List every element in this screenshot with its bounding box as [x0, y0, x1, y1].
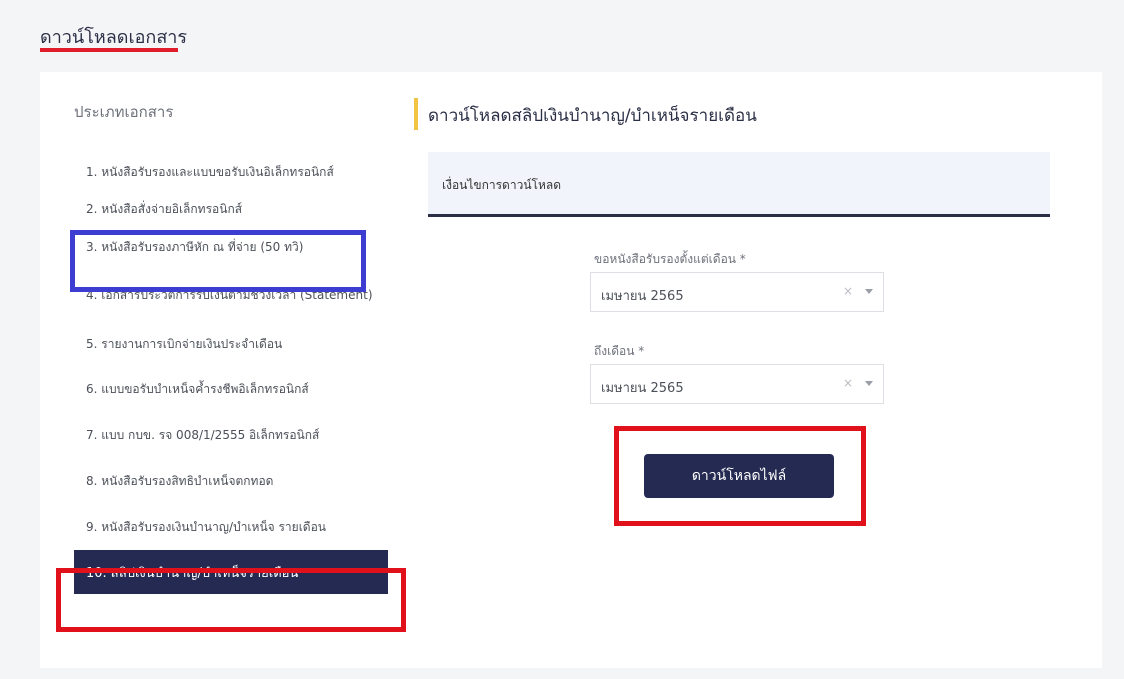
clear-icon[interactable]: ×	[843, 284, 853, 298]
sidebar-item-3[interactable]: 3. หนังสือรับรองภาษีหัก ณ ที่จ่าย (50 ทว…	[74, 226, 388, 268]
title-underline	[40, 48, 178, 52]
sidebar-item-1[interactable]: 1. หนังสือรับรองและแบบขอรับเงินอิเล็กทรอ…	[74, 152, 388, 192]
sidebar-item-9[interactable]: 9. หนังสือรับรองเงินบำนาญ/บำเหน็จ รายเดื…	[74, 504, 388, 550]
conditions-title: เงื่อนไขการดาวน์โหลด	[442, 178, 562, 192]
conditions-panel: เงื่อนไขการดาวน์โหลด	[428, 152, 1050, 217]
sidebar-item-5[interactable]: 5. รายงานการเบิกจ่ายเงินประจำเดือน	[74, 322, 388, 366]
sidebar-item-7[interactable]: 7. แบบ กบข. รจ 008/1/2555 อิเล็กทรอนิกส์	[74, 412, 388, 458]
page-title: ดาวน์โหลดเอกสาร	[40, 27, 188, 48]
section-title: ดาวน์โหลดสลิปเงินบำนาญ/บำเหน็จรายเดือน	[428, 106, 757, 126]
sidebar-heading: ประเภทเอกสาร	[74, 103, 174, 121]
content-card: ประเภทเอกสาร 1. หนังสือรับรองและแบบขอรับ…	[40, 72, 1102, 668]
sidebar-item-2[interactable]: 2. หนังสือสั่งจ่ายอิเล็กทรอนิกส์	[74, 192, 388, 226]
sidebar-item-6[interactable]: 6. แบบขอรับบำเหน็จค้ำรงชีพอิเล็กทรอนิกส์	[74, 366, 388, 412]
to-month-select[interactable]: เมษายน 2565 ×	[590, 364, 884, 404]
sidebar-item-10[interactable]: 10. สลิปเงินบำนาญ/บำเหน็จรายเดือน	[74, 550, 388, 594]
to-month-label: ถึงเดือน *	[594, 344, 645, 358]
chevron-down-icon	[865, 381, 873, 386]
document-type-list: 1. หนังสือรับรองและแบบขอรับเงินอิเล็กทรอ…	[74, 152, 388, 594]
from-month-value: เมษายน 2565	[601, 289, 684, 304]
sidebar-item-8[interactable]: 8. หนังสือรับรองสิทธิบำเหน็จตกทอด	[74, 458, 388, 504]
download-file-button[interactable]: ดาวน์โหลดไฟล์	[644, 454, 834, 498]
section-accent-bar	[414, 98, 418, 130]
to-month-value: เมษายน 2565	[601, 381, 684, 396]
from-month-label: ขอหนังสือรับรองตั้งแต่เดือน *	[594, 252, 746, 266]
from-month-select[interactable]: เมษายน 2565 ×	[590, 272, 884, 312]
sidebar-item-4[interactable]: 4. เอกสารประวัติการรับเงินตามช่วงเวลา (S…	[74, 268, 388, 322]
clear-icon[interactable]: ×	[843, 376, 853, 390]
chevron-down-icon	[865, 289, 873, 294]
